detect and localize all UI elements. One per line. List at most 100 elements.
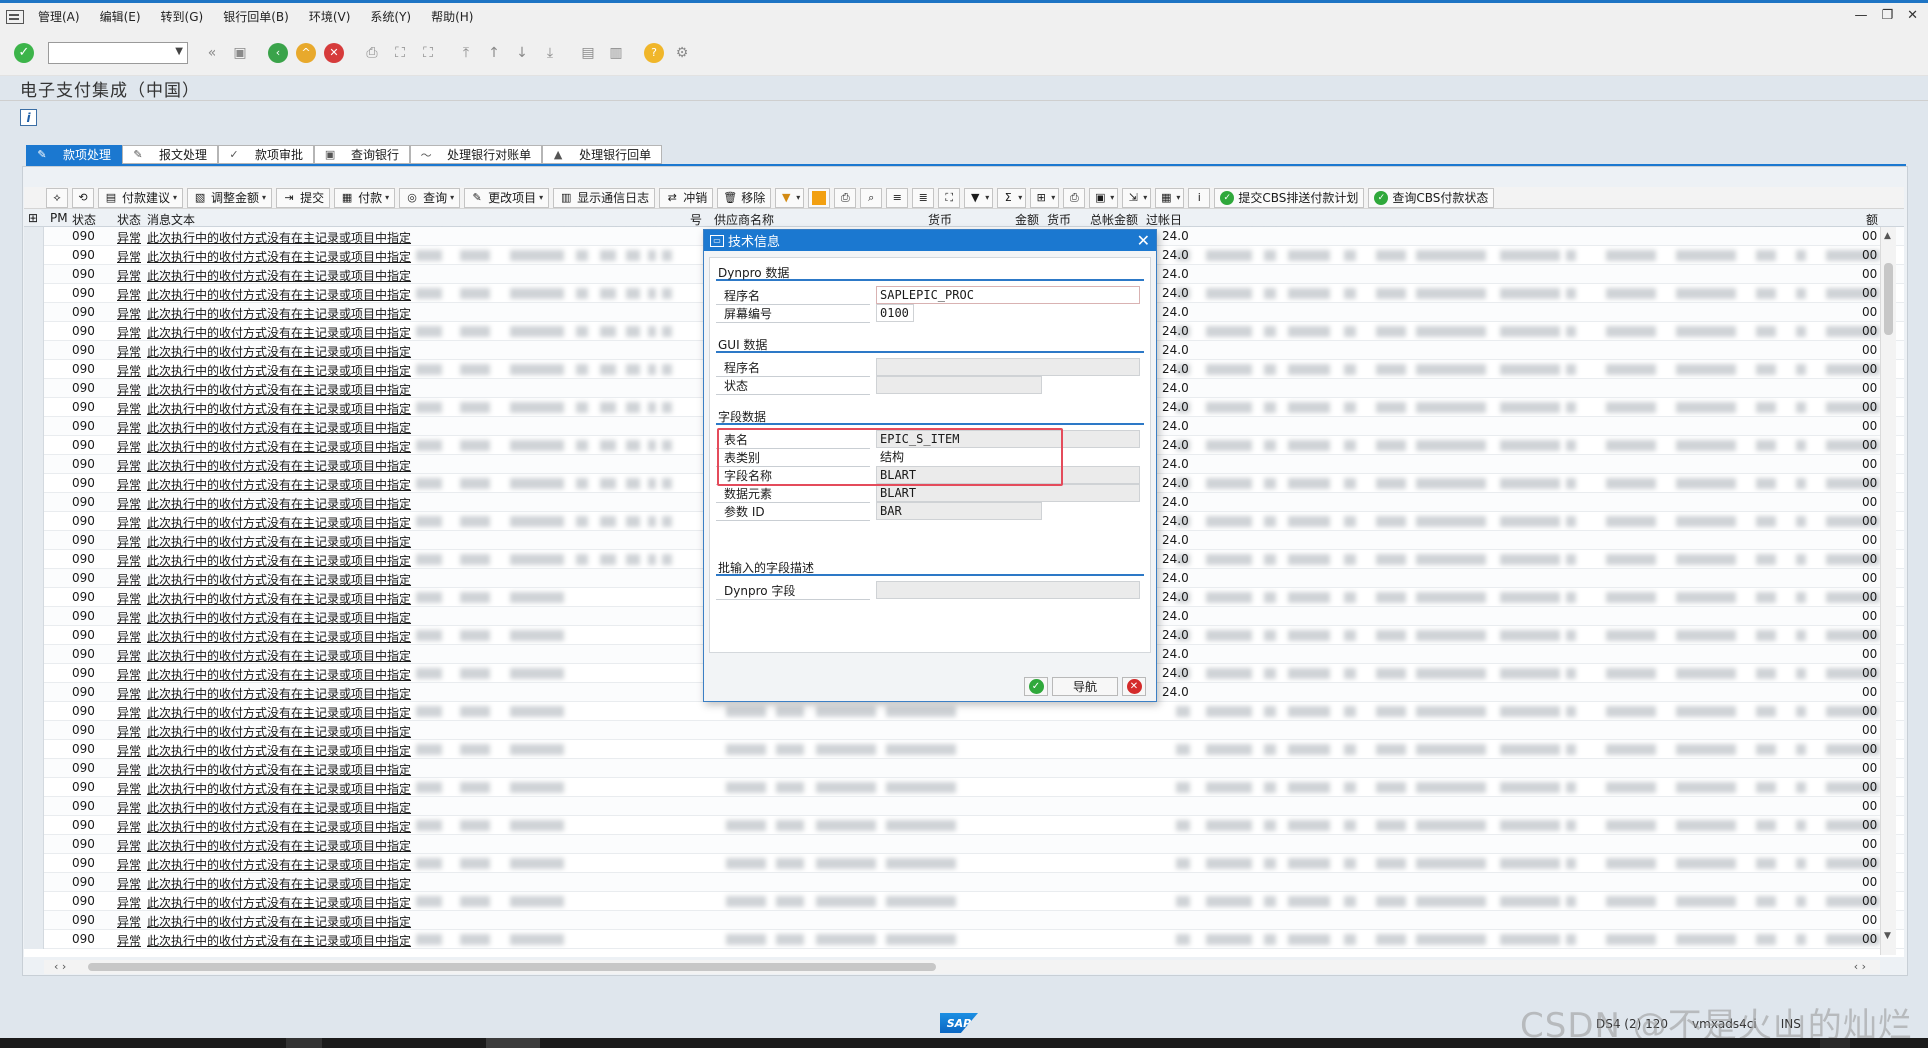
row-status[interactable]: 异常	[117, 913, 141, 930]
row-status[interactable]: 异常	[117, 742, 141, 759]
row-status[interactable]: 异常	[117, 286, 141, 303]
row-status[interactable]: 异常	[117, 590, 141, 607]
row-message[interactable]: 此次执行中的收付方式没有在主记录或项目中指定	[147, 799, 411, 816]
row-selector[interactable]	[24, 398, 44, 417]
row-selector[interactable]	[24, 284, 44, 303]
chevron-down-icon[interactable]: ▾	[1176, 193, 1180, 202]
menu-item-help[interactable]: 帮助(H)	[431, 8, 473, 25]
row-status[interactable]: 异常	[117, 894, 141, 911]
last-page-icon[interactable]: ⤓	[540, 43, 560, 63]
menu-item-manage[interactable]: 管理(A)	[38, 8, 80, 25]
gui-program-value[interactable]	[876, 358, 1140, 376]
row-status[interactable]: 异常	[117, 609, 141, 626]
views-button[interactable]: ▣ ▾	[1089, 187, 1119, 208]
dynpro-field-value[interactable]	[876, 581, 1140, 599]
row-status[interactable]: 异常	[117, 495, 141, 512]
row-selector[interactable]	[24, 664, 44, 683]
previous-page-icon[interactable]: ↑	[484, 43, 504, 63]
row-selector[interactable]	[24, 379, 44, 398]
row-selector[interactable]	[24, 455, 44, 474]
filter-color-button[interactable]: ▼ ▾	[775, 187, 805, 208]
row-selector[interactable]	[24, 474, 44, 493]
exit-icon[interactable]: ^	[296, 42, 316, 63]
row-message[interactable]: 此次执行中的收付方式没有在主记录或项目中指定	[147, 343, 411, 360]
print-list-button[interactable]: ⎙	[834, 187, 857, 208]
close-window-button[interactable]: ✕	[1907, 8, 1918, 23]
row-message[interactable]: 此次执行中的收付方式没有在主记录或项目中指定	[147, 267, 411, 284]
next-page-icon[interactable]: ↓	[512, 43, 532, 63]
table-row[interactable]: 090 异常 此次执行中的收付方式没有在主记录或项目中指定 00	[24, 702, 1904, 721]
vertical-scrollbar[interactable]: ▲ ▼	[1880, 227, 1896, 955]
row-selector[interactable]	[24, 873, 44, 892]
scroll-down-icon[interactable]: ▼	[1884, 931, 1891, 941]
row-message[interactable]: 此次执行中的收付方式没有在主记录或项目中指定	[147, 856, 411, 873]
row-message[interactable]: 此次执行中的收付方式没有在主记录或项目中指定	[147, 514, 411, 531]
program-name-value[interactable]: SAPLEPIC_PROC	[876, 286, 1140, 304]
row-message[interactable]: 此次执行中的收付方式没有在主记录或项目中指定	[147, 571, 411, 588]
row-message[interactable]: 此次执行中的收付方式没有在主记录或项目中指定	[147, 761, 411, 778]
table-row[interactable]: 090 异常 此次执行中的收付方式没有在主记录或项目中指定 00	[24, 911, 1904, 930]
row-selector[interactable]	[24, 626, 44, 645]
row-message[interactable]: 此次执行中的收付方式没有在主记录或项目中指定	[147, 305, 411, 322]
row-status[interactable]: 异常	[117, 685, 141, 702]
column-currency-2[interactable]: 货币	[1047, 211, 1071, 228]
table-row[interactable]: 090 异常 此次执行中的收付方式没有在主记录或项目中指定 00	[24, 759, 1904, 778]
chevron-down-icon[interactable]: ▾	[173, 193, 177, 202]
row-status[interactable]: 异常	[117, 856, 141, 873]
menu-item-bank-receipt[interactable]: 银行回单(B)	[223, 8, 289, 25]
save-icon[interactable]: ▣	[230, 43, 250, 63]
row-message[interactable]: 此次执行中的收付方式没有在主记录或项目中指定	[147, 419, 411, 436]
row-status[interactable]: 异常	[117, 324, 141, 341]
row-status[interactable]: 异常	[117, 552, 141, 569]
row-selector[interactable]	[24, 360, 44, 379]
row-selector[interactable]	[24, 683, 44, 702]
minimize-button[interactable]: —	[1854, 8, 1867, 23]
row-message[interactable]: 此次执行中的收付方式没有在主记录或项目中指定	[147, 818, 411, 835]
sort-desc-button[interactable]: ≣	[912, 187, 935, 208]
info-icon[interactable]: i	[20, 109, 37, 126]
row-status[interactable]: 异常	[117, 514, 141, 531]
row-selector[interactable]	[24, 493, 44, 512]
row-status[interactable]: 异常	[117, 761, 141, 778]
pay-button[interactable]: ▦ 付款 ▾	[334, 187, 396, 208]
row-selector[interactable]	[24, 740, 44, 759]
menu-item-environment[interactable]: 环境(V)	[309, 8, 351, 25]
row-selector[interactable]	[24, 531, 44, 550]
restore-button[interactable]: ❐	[1881, 8, 1893, 23]
chevron-down-icon[interactable]: ▾	[1051, 193, 1055, 202]
row-message[interactable]: 此次执行中的收付方式没有在主记录或项目中指定	[147, 552, 411, 569]
chevron-down-icon[interactable]: ▾	[1018, 193, 1022, 202]
row-selector[interactable]	[24, 569, 44, 588]
layout-color-button[interactable]	[808, 187, 831, 208]
column-posting-date[interactable]: 过帐日	[1146, 211, 1182, 228]
row-selector[interactable]	[24, 911, 44, 930]
select-all-icon[interactable]: ⊞	[28, 211, 38, 225]
command-field[interactable]: ▼	[48, 41, 188, 64]
row-selector[interactable]	[24, 835, 44, 854]
tab-bank-statement[interactable]: 〜 处理银行对账单	[410, 145, 543, 164]
scroll-left-icon[interactable]: ‹ ›	[54, 960, 66, 973]
filter-button[interactable]: ▼ ▾	[964, 187, 994, 208]
row-selector[interactable]	[24, 417, 44, 436]
row-status[interactable]: 异常	[117, 875, 141, 892]
row-status[interactable]: 异常	[117, 381, 141, 398]
row-status[interactable]: 异常	[117, 438, 141, 455]
app-menu-icon[interactable]	[6, 9, 24, 24]
row-status[interactable]: 异常	[117, 780, 141, 797]
row-message[interactable]: 此次执行中的收付方式没有在主记录或项目中指定	[147, 742, 411, 759]
enter-icon[interactable]: ✓	[14, 42, 34, 63]
chevron-down-icon[interactable]: ▾	[539, 193, 543, 202]
row-selector[interactable]	[24, 854, 44, 873]
tab-payment-processing[interactable]: ✎ 款项处理	[26, 145, 123, 164]
column-amount-last[interactable]: 额	[1866, 211, 1878, 228]
payment-proposal-button[interactable]: ▤ 付款建议 ▾	[98, 187, 184, 208]
row-selector[interactable]	[24, 607, 44, 626]
chevron-down-icon[interactable]: ▾	[1143, 193, 1147, 202]
row-message[interactable]: 此次执行中的收付方式没有在主记录或项目中指定	[147, 381, 411, 398]
row-status[interactable]: 异常	[117, 267, 141, 284]
first-page-icon[interactable]: ⤒	[456, 43, 476, 63]
tab-bank-receipt[interactable]: ▲ 处理银行回单	[542, 145, 663, 164]
row-message[interactable]: 此次执行中的收付方式没有在主记录或项目中指定	[147, 875, 411, 892]
row-message[interactable]: 此次执行中的收付方式没有在主记录或项目中指定	[147, 685, 411, 702]
row-message[interactable]: 此次执行中的收付方式没有在主记录或项目中指定	[147, 932, 411, 949]
